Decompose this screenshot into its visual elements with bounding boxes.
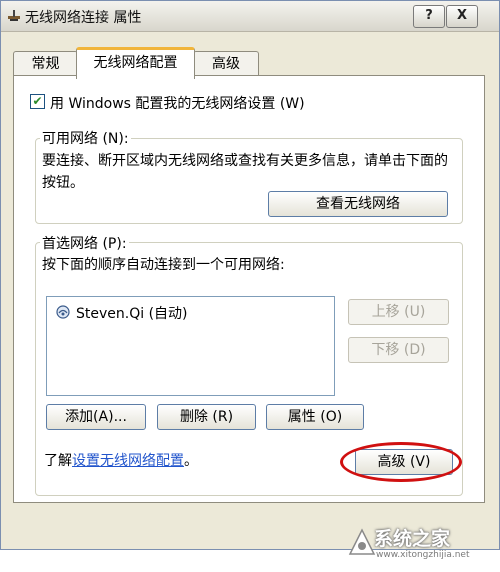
move-down-button[interactable]: 下移 (D) — [348, 337, 449, 363]
help-button[interactable]: ? — [413, 5, 445, 28]
available-networks-legend: 可用网络 (N): — [40, 128, 131, 148]
watermark-url: www.xitongzhijia.net — [376, 550, 470, 560]
preferred-networks-description: 按下面的顺序自动连接到一个可用网络: — [42, 257, 285, 273]
properties-button[interactable]: 属性 (O) — [266, 404, 364, 430]
preferred-networks-legend: 首选网络 (P): — [40, 233, 129, 253]
watermark-site-name: 系统之家 — [374, 528, 451, 550]
move-up-button[interactable]: 上移 (U) — [348, 299, 449, 325]
help-icon: ? — [425, 8, 433, 23]
close-button[interactable]: X — [446, 5, 478, 28]
network-connection-icon — [8, 10, 20, 21]
tab-wireless-networks[interactable]: 无线网络配置 — [76, 47, 195, 79]
tab-advanced[interactable]: 高级 — [193, 51, 259, 76]
available-networks-description: 要连接、断开区域内无线网络或查找有关更多信息，请单击下面的按钮。 — [42, 153, 448, 191]
list-item[interactable]: Steven.Qi (自动) — [76, 303, 188, 323]
wireless-config-link[interactable]: 设置无线网络配置 — [72, 453, 184, 469]
window-title: 无线网络连接 属性 — [25, 10, 142, 26]
learn-more-text: 了解设置无线网络配置。 — [44, 450, 198, 470]
title-bar[interactable]: 无线网络连接 属性 ? X — [1, 1, 499, 32]
tab-general[interactable]: 常规 — [13, 51, 78, 76]
add-button[interactable]: 添加(A)... — [46, 404, 146, 430]
annotation-ellipse — [340, 442, 462, 482]
remove-button[interactable]: 删除 (R) — [157, 404, 256, 430]
wireless-network-icon — [56, 305, 70, 319]
learn-suffix: 。 — [184, 453, 198, 469]
use-windows-label[interactable]: 用 Windows 配置我的无线网络设置 (W) — [50, 93, 305, 113]
view-wireless-networks-button[interactable]: 查看无线网络 — [268, 191, 448, 217]
learn-prefix: 了解 — [44, 453, 72, 469]
close-icon: X — [456, 8, 468, 23]
use-windows-checkbox[interactable]: ✔ — [30, 94, 45, 109]
